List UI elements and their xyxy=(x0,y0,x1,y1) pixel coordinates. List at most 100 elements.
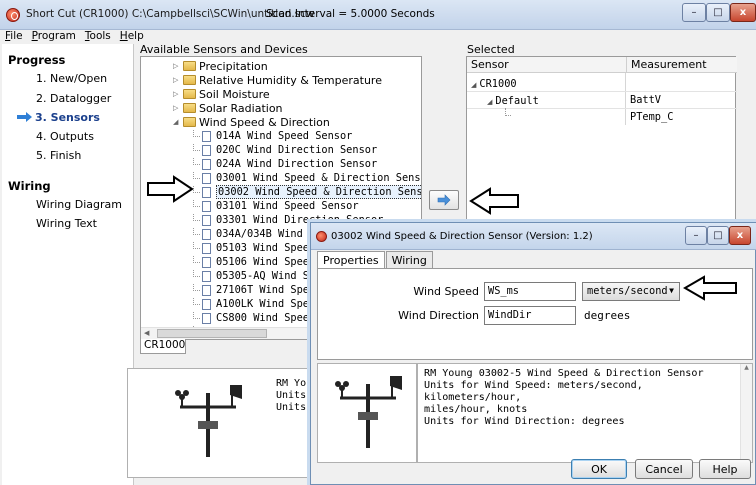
document-icon xyxy=(202,284,211,296)
expand-arrow-icon[interactable]: ▷ xyxy=(173,62,181,70)
window-controls: – □ x xyxy=(682,3,756,23)
expand-arrow-icon[interactable]: ▷ xyxy=(173,90,181,98)
datalogger-tab-cr1000[interactable]: CR1000 xyxy=(140,339,186,354)
nav-step-datalogger[interactable]: 2. Datalogger xyxy=(36,92,111,105)
tree-connector xyxy=(193,129,200,137)
campbell-logo-icon xyxy=(316,231,327,242)
menu-bar: File Program Tools Help xyxy=(0,30,756,44)
sensor-label: 034A/034B Wind Sp xyxy=(216,228,322,240)
document-icon xyxy=(202,270,211,282)
tree-item-sensor[interactable]: 03101 Wind Speed Sensor xyxy=(193,199,359,213)
table-row-cr1000[interactable]: ◢ CR1000 xyxy=(471,77,517,90)
table-row-default[interactable]: ◢ Default xyxy=(487,94,539,107)
tree-item-sensor[interactable]: 024A Wind Direction Sensor xyxy=(193,157,377,171)
collapse-arrow-icon[interactable]: ◢ xyxy=(173,118,181,126)
tree-item-sensor[interactable]: 034A/034B Wind Sp xyxy=(193,227,321,241)
tree-folder-solar[interactable]: ▷ Solar Radiation xyxy=(173,101,283,115)
tree-item-sensor[interactable]: 020C Wind Direction Sensor xyxy=(193,143,377,157)
current-step-arrow-icon xyxy=(17,112,32,122)
tree-item-sensor[interactable]: 03002 Wind Speed & Direction Sensor xyxy=(193,185,421,199)
column-header-measurement[interactable]: Measurement xyxy=(627,57,737,73)
document-icon xyxy=(202,242,211,254)
tree-item-sensor[interactable]: A100LK Wind Spee xyxy=(193,297,315,311)
dialog-tabs: Properties Wiring xyxy=(317,251,434,269)
annotation-arrow-left-icon xyxy=(469,187,519,215)
tree-item-sensor[interactable]: 014A Wind Speed Sensor xyxy=(193,129,352,143)
measurement-ptemp[interactable]: PTemp_C xyxy=(630,111,673,123)
tree-horizontal-scroll-thumb[interactable] xyxy=(157,329,267,338)
wind-sensor-image-icon xyxy=(335,376,402,448)
cancel-button[interactable]: Cancel xyxy=(635,459,693,479)
tree-item-sensor[interactable]: CS800 Wind Speed xyxy=(193,311,315,325)
wiring-diagram-link[interactable]: Wiring Diagram xyxy=(36,198,122,211)
campbell-logo-icon xyxy=(6,8,20,22)
dropdown-arrow-icon: ▼ xyxy=(669,286,674,295)
document-icon xyxy=(202,130,211,142)
document-icon xyxy=(202,172,211,184)
minimize-icon[interactable]: – xyxy=(682,3,706,22)
tab-properties[interactable]: Properties xyxy=(317,251,385,269)
sensor-properties-dialog: 03002 Wind Speed & Direction Sensor (Ver… xyxy=(310,222,756,485)
wiring-text-link[interactable]: Wiring Text xyxy=(36,217,97,230)
menu-tools[interactable]: Tools xyxy=(80,30,115,44)
tree-connector xyxy=(193,297,200,305)
wind-speed-input[interactable]: WS_ms xyxy=(484,282,576,301)
tree-folder-wind[interactable]: ◢ Wind Speed & Direction xyxy=(173,115,330,129)
nav-step-sensors[interactable]: 3. Sensors xyxy=(17,111,100,124)
menu-help[interactable]: Help xyxy=(115,30,148,44)
tree-item-sensor[interactable]: 27106T Wind Spee xyxy=(193,283,315,297)
collapse-arrow-icon[interactable]: ◢ xyxy=(487,98,492,106)
tree-connector xyxy=(193,311,200,319)
collapse-arrow-icon[interactable]: ◢ xyxy=(471,81,476,89)
add-sensor-button[interactable] xyxy=(429,190,459,210)
maximize-icon[interactable]: □ xyxy=(707,226,729,245)
tree-connector xyxy=(193,269,200,277)
scan-interval: Scan Interval = 5.0000 Seconds xyxy=(266,8,435,20)
document-icon xyxy=(202,144,211,156)
tree-folder-soil[interactable]: ▷ Soil Moisture xyxy=(173,87,270,101)
maximize-icon[interactable]: □ xyxy=(706,3,730,22)
tree-item-sensor[interactable]: 03001 Wind Speed & Direction Sensor xyxy=(193,171,421,185)
tab-wiring[interactable]: Wiring xyxy=(385,251,433,269)
menu-file[interactable]: File xyxy=(0,30,27,44)
document-icon xyxy=(202,256,211,268)
minimize-icon[interactable]: – xyxy=(685,226,707,245)
tree-item-sensor[interactable]: 05106 Wind Speed xyxy=(193,255,315,269)
description-scrollbar[interactable]: ▲ xyxy=(740,364,752,462)
window-titlebar: Short Cut (CR1000) C:\Campbellsci\SCWin\… xyxy=(0,0,756,30)
tree-folder-humidity[interactable]: ▷ Relative Humidity & Temperature xyxy=(173,73,382,87)
annotation-arrow-right-icon xyxy=(147,175,194,203)
scroll-up-icon[interactable]: ▲ xyxy=(741,364,752,371)
left-nav-panel: Progress 1. New/Open 2. Datalogger 3. Se… xyxy=(2,44,134,485)
dialog-titlebar: 03002 Wind Speed & Direction Sensor (Ver… xyxy=(311,223,756,250)
document-icon xyxy=(202,298,211,310)
folder-icon xyxy=(183,61,196,71)
close-icon[interactable]: x xyxy=(729,226,751,245)
help-button[interactable]: Help xyxy=(699,459,751,479)
tree-item-sensor[interactable]: 05103 Wind Speed xyxy=(193,241,315,255)
expand-arrow-icon[interactable]: ▷ xyxy=(173,76,181,84)
tree-folder-precipitation[interactable]: ▷ Precipitation xyxy=(173,59,268,73)
progress-heading: Progress xyxy=(8,53,66,67)
nav-step-sensors-label: 3. Sensors xyxy=(35,111,100,124)
close-icon[interactable]: x xyxy=(730,3,756,22)
wiring-heading: Wiring xyxy=(8,179,51,193)
wind-speed-units-select[interactable]: meters/second ▼ xyxy=(582,282,680,301)
measurement-battv[interactable]: BattV xyxy=(630,94,661,106)
scroll-left-icon[interactable]: ◀ xyxy=(144,329,149,337)
column-header-sensor[interactable]: Sensor xyxy=(467,57,627,73)
expand-arrow-icon[interactable]: ▷ xyxy=(173,104,181,112)
tree-item-sensor[interactable]: 05305-AQ Wind Sp xyxy=(193,269,315,283)
desc-line: Units for Wind Direction: degrees xyxy=(424,416,625,427)
sensor-label: 27106T Wind Spee xyxy=(216,284,316,296)
tree-connector xyxy=(193,199,200,207)
document-icon xyxy=(202,158,211,170)
menu-program[interactable]: Program xyxy=(27,30,80,44)
document-icon xyxy=(202,214,211,226)
nav-step-new-open[interactable]: 1. New/Open xyxy=(36,72,107,85)
sensor-label: A100LK Wind Spee xyxy=(216,298,316,310)
nav-step-outputs[interactable]: 4. Outputs xyxy=(36,130,94,143)
ok-button[interactable]: OK xyxy=(571,459,627,479)
nav-step-finish[interactable]: 5. Finish xyxy=(36,149,81,162)
wind-direction-input[interactable]: WindDir xyxy=(484,306,576,325)
